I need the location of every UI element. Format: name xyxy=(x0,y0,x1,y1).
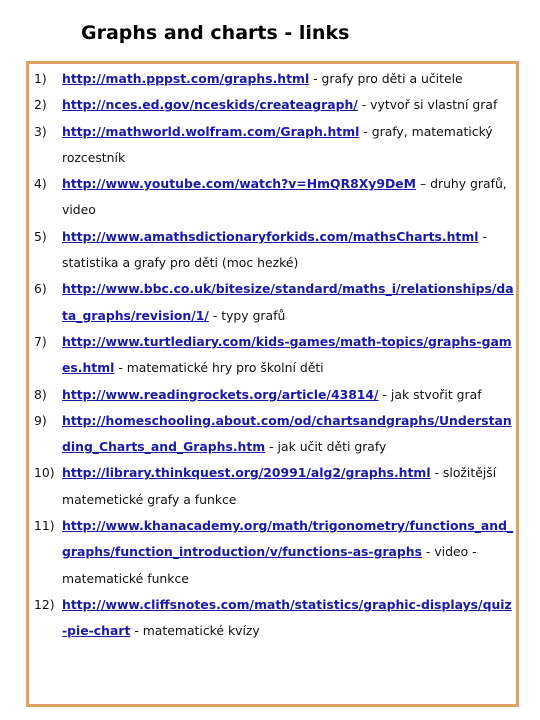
link-description: - matematické hry pro školní děti xyxy=(114,360,324,376)
link[interactable]: http://nces.ed.gov/nceskids/createagraph… xyxy=(62,97,358,112)
list-item: 10) http://library.thinkquest.org/20991/… xyxy=(34,460,514,513)
link-description: - matematické kvízy xyxy=(130,623,260,639)
links-list: 1) http://math.pppst.com/graphs.html - g… xyxy=(34,66,514,645)
link[interactable]: http://library.thinkquest.org/20991/alg2… xyxy=(62,465,431,480)
list-item: 5) http://www.amathsdictionaryforkids.co… xyxy=(34,224,514,277)
item-number: 9) xyxy=(34,412,47,428)
list-item: 3) http://mathworld.wolfram.com/Graph.ht… xyxy=(34,119,514,172)
link-description: - vytvoř si vlastní graf xyxy=(357,97,498,113)
item-number: 8) xyxy=(34,386,47,402)
list-item: 4) http://www.youtube.com/watch?v=HmQR8X… xyxy=(34,171,514,224)
link[interactable]: http://www.bbc.co.uk/bitesize/standard/m… xyxy=(62,281,514,322)
item-number: 5) xyxy=(34,228,47,244)
link-description: - jak stvořit graf xyxy=(378,386,482,402)
item-number: 6) xyxy=(34,281,47,297)
list-item: 11) http://www.khanacademy.org/math/trig… xyxy=(34,513,514,592)
item-number: 1) xyxy=(34,71,47,86)
list-item: 2) http://nces.ed.gov/nceskids/createagr… xyxy=(34,92,514,118)
item-number: 2) xyxy=(34,97,47,113)
item-number: 10) xyxy=(34,465,55,481)
link[interactable]: http://www.amathsdictionaryforkids.com/m… xyxy=(62,229,479,244)
link[interactable]: http://math.pppst.com/graphs.html xyxy=(62,71,309,86)
page-title: Graphs and charts - links xyxy=(81,22,350,44)
list-item: 9) http://homeschooling.about.com/od/cha… xyxy=(34,408,514,461)
item-number: 4) xyxy=(34,176,47,192)
list-item: 6) http://www.bbc.co.uk/bitesize/standar… xyxy=(34,276,514,329)
list-item: 12) http://www.cliffsnotes.com/math/stat… xyxy=(34,592,514,645)
item-number: 12) xyxy=(34,596,55,612)
list-item: 8) http://www.readingrockets.org/article… xyxy=(34,382,514,408)
list-item: 7) http://www.turtlediary.com/kids-games… xyxy=(34,329,514,382)
link-description: - typy grafů xyxy=(208,307,286,323)
list-item: 1) http://math.pppst.com/graphs.html - g… xyxy=(34,66,514,92)
link[interactable]: http://www.readingrockets.org/article/43… xyxy=(62,387,379,402)
link-description: - grafy pro děti a učitele xyxy=(309,71,463,86)
item-number: 11) xyxy=(34,518,55,534)
link[interactable]: http://mathworld.wolfram.com/Graph.html xyxy=(62,124,359,139)
item-number: 3) xyxy=(34,123,47,139)
link-description: - jak učit děti grafy xyxy=(265,439,387,455)
link[interactable]: http://www.youtube.com/watch?v=HmQR8Xy9D… xyxy=(62,176,416,191)
item-number: 7) xyxy=(34,333,47,349)
